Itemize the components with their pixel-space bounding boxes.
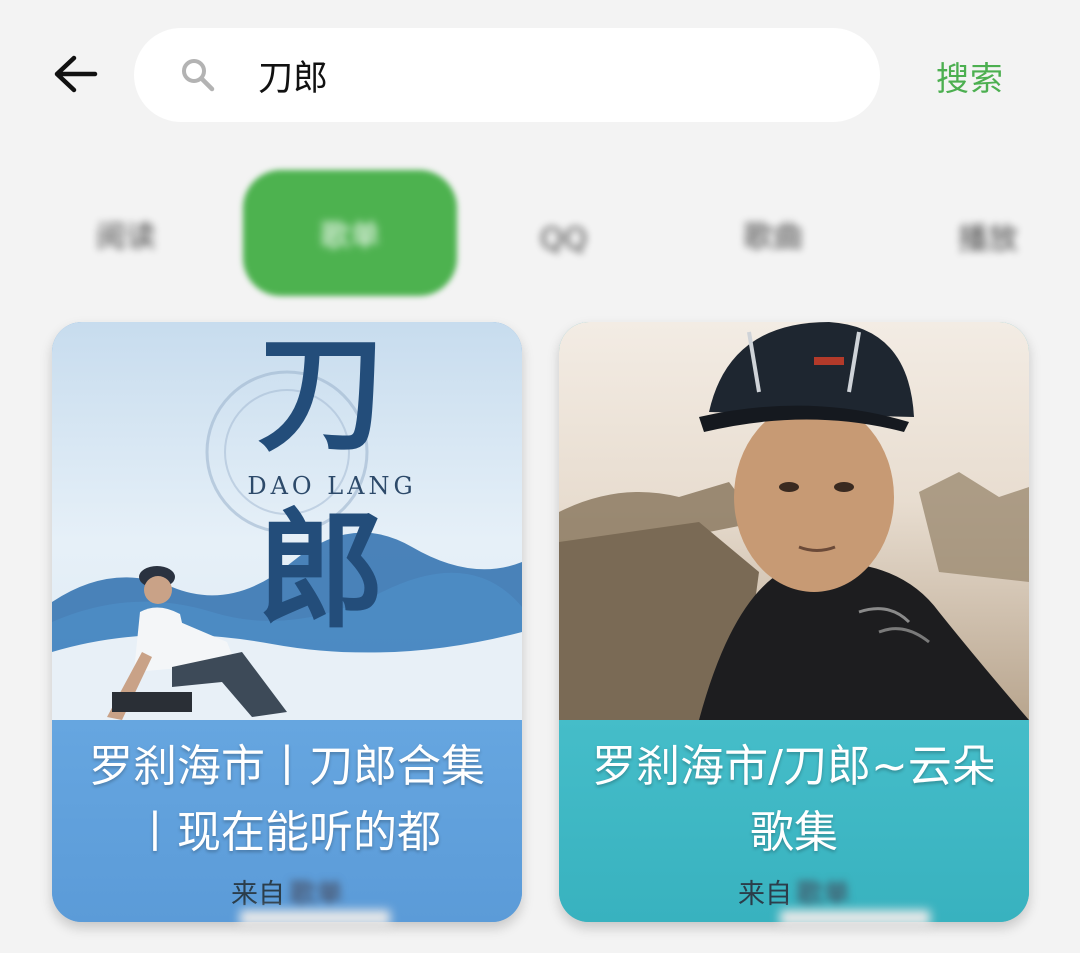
playlist-card-2[interactable]: 罗刹海市/刀郎~云朵 歌集 来自 歌单 xyxy=(559,322,1029,922)
playlist-card-1[interactable]: 刀 DAO LANG 郎 罗刹海市丨刀郎合集丨现在能听的都 来自 歌单 xyxy=(52,322,522,922)
back-button[interactable] xyxy=(40,44,110,108)
partial-blur-bar-2 xyxy=(780,910,930,926)
partial-blur-bar-1 xyxy=(240,910,390,926)
tab-4[interactable]: 播放 xyxy=(958,214,1018,258)
cover-char-1: 刀 xyxy=(257,322,386,469)
arrow-left-icon xyxy=(52,54,98,98)
playlist-source-1: 来自 歌单 xyxy=(52,872,522,911)
search-icon xyxy=(178,55,218,95)
cover-char-2: 郎 xyxy=(257,496,386,646)
playlist-title-1: 罗刹海市丨刀郎合集丨现在能听的都 xyxy=(89,741,485,858)
tab-3[interactable]: 歌曲 xyxy=(743,212,803,256)
source-prefix: 来自 xyxy=(738,879,792,910)
source-name: 歌单 xyxy=(289,879,343,910)
search-input[interactable] xyxy=(258,55,778,95)
card-caption-2: 罗刹海市/刀郎~云朵 歌集 来自 歌单 xyxy=(559,720,1029,922)
source-name: 歌单 xyxy=(796,879,850,910)
source-prefix: 来自 xyxy=(231,879,285,910)
tab-2[interactable]: QQ xyxy=(540,222,587,257)
card-caption-1: 罗刹海市丨刀郎合集丨现在能听的都 来自 歌单 xyxy=(52,720,522,922)
playlist-cover-2 xyxy=(559,322,1029,720)
tab-0[interactable]: 阅读 xyxy=(96,212,156,256)
playlist-cover-1: 刀 DAO LANG 郎 xyxy=(52,322,522,720)
search-button[interactable]: 搜索 xyxy=(925,50,1015,102)
tab-1-active[interactable]: 歌单 xyxy=(243,170,457,296)
playlist-title-2: 罗刹海市/刀郎~云朵 歌集 xyxy=(592,741,996,858)
playlist-source-2: 来自 歌单 xyxy=(559,872,1029,911)
tab-1-label: 歌单 xyxy=(320,219,380,254)
search-bar[interactable] xyxy=(134,28,880,122)
